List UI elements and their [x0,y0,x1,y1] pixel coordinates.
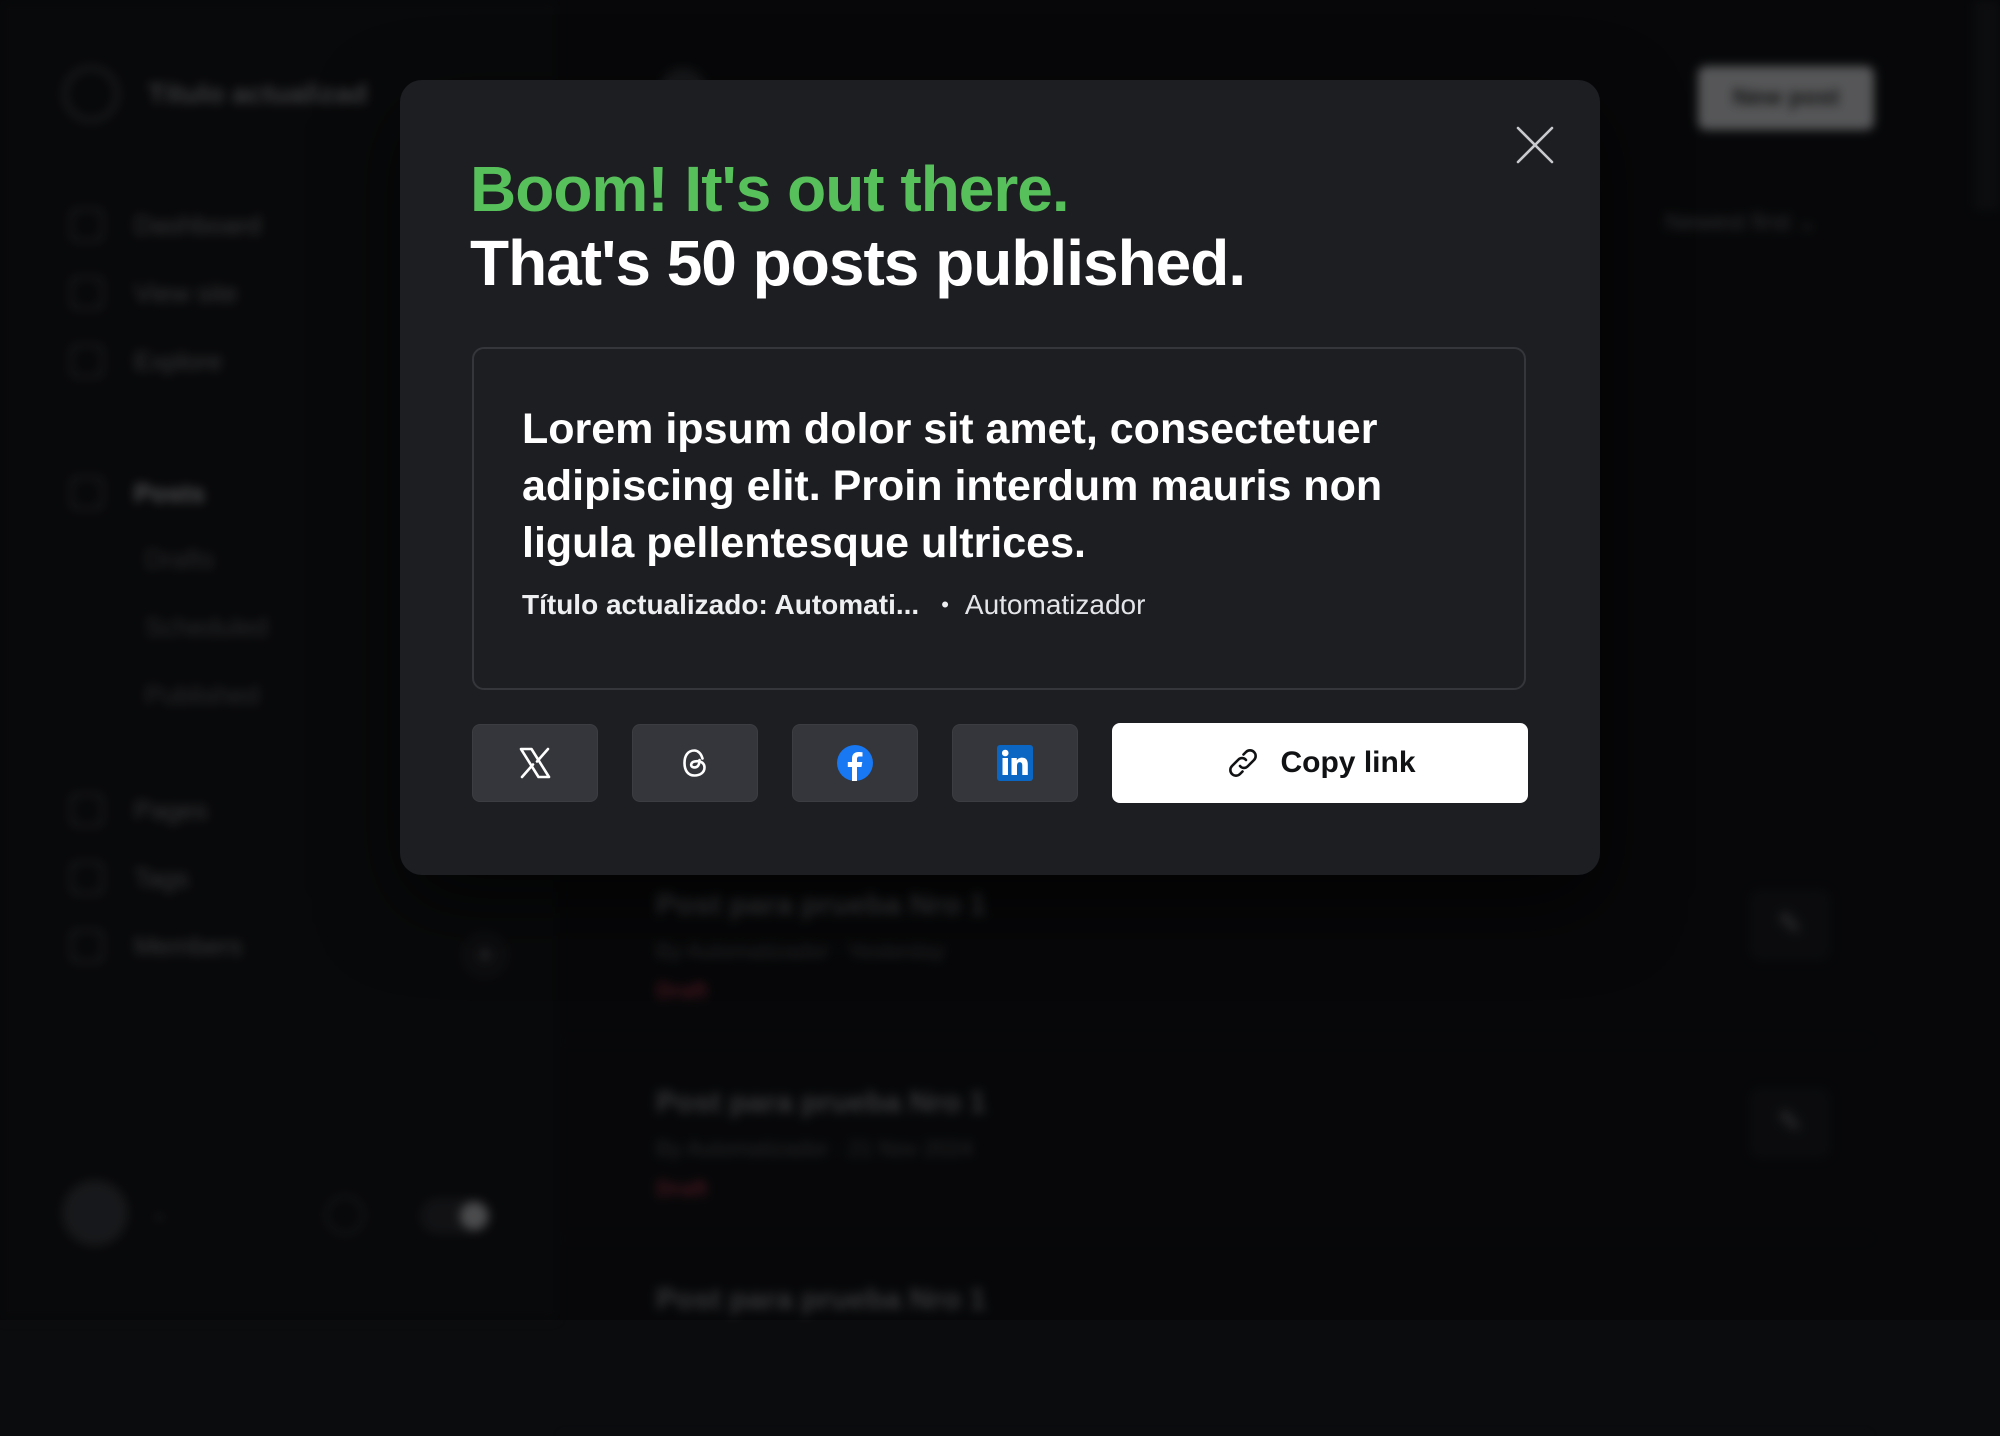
x-icon [519,747,551,779]
copy-link-button[interactable]: Copy link [1112,723,1528,803]
share-facebook-button[interactable] [792,724,918,802]
copy-link-label: Copy link [1280,746,1416,779]
published-count-headline: That's 50 posts published. [470,227,1246,299]
success-headline: Boom! It's out there. [470,153,1070,225]
publish-success-modal: Boom! It's out there. That's 50 posts pu… [400,80,1600,875]
link-icon [1229,749,1258,777]
post-preview-author: Automatizador [964,589,1146,620]
close-button[interactable] [1512,122,1558,168]
linkedin-icon [997,745,1033,781]
post-preview-meta: Título actualizado: Automati... • Automa… [522,589,1145,621]
post-preview-card: Lorem ipsum dolor sit amet, consectetuer… [472,347,1526,690]
close-icon [1516,126,1554,164]
threads-icon [683,749,706,777]
share-linkedin-button[interactable] [952,724,1078,802]
share-x-button[interactable] [472,724,598,802]
post-preview-site-title: Título actualizado: Automati... [522,589,920,620]
share-threads-button[interactable] [632,724,758,802]
facebook-icon [837,745,873,781]
meta-separator: • [941,592,949,617]
post-preview-title: Lorem ipsum dolor sit amet, consectetuer… [522,405,1383,567]
